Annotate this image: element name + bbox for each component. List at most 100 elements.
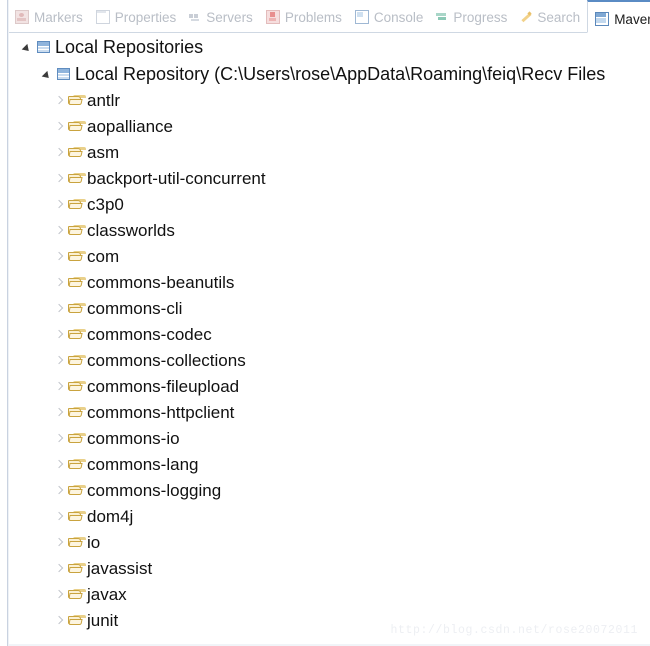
- tree-row[interactable]: commons-lang: [9, 451, 650, 477]
- tree-row-label: com: [87, 246, 120, 266]
- tree-row-label: javax: [87, 584, 127, 604]
- tree-row-label: dom4j: [87, 506, 134, 526]
- tree-row-label: asm: [87, 142, 120, 162]
- markers-icon: [15, 10, 29, 25]
- progress-icon: [436, 11, 448, 23]
- tree-row[interactable]: commons-collections: [9, 347, 650, 373]
- tree-row[interactable]: junit: [9, 607, 650, 633]
- problems-icon: [265, 10, 280, 25]
- folder-icon: [68, 589, 86, 600]
- folder-icon: [68, 277, 86, 288]
- tree-row[interactable]: commons-fileupload: [9, 373, 650, 399]
- chevron-right-icon[interactable]: [54, 173, 65, 184]
- tree-row[interactable]: aopalliance: [9, 113, 650, 139]
- console-icon: [354, 10, 369, 25]
- chevron-right-icon[interactable]: [54, 589, 65, 600]
- chevron-right-icon[interactable]: [54, 407, 65, 418]
- chevron-right-icon[interactable]: [54, 485, 65, 496]
- folder-icon: [68, 329, 86, 340]
- tab-console[interactable]: Console: [349, 0, 431, 33]
- tree-row-label: commons-codec: [87, 324, 212, 344]
- folder-icon: [68, 485, 86, 496]
- chevron-right-icon[interactable]: [54, 251, 65, 262]
- tree-row[interactable]: antlr: [9, 87, 650, 113]
- tree-row[interactable]: com: [9, 243, 650, 269]
- tree-row-label: commons-httpclient: [87, 402, 235, 422]
- tree-row-local-repository[interactable]: Local Repository (C:\Users\rose\AppData\…: [9, 60, 650, 87]
- chevron-right-icon[interactable]: [54, 459, 65, 470]
- chevron-right-icon[interactable]: [54, 277, 65, 288]
- tree-row-label: junit: [87, 610, 119, 630]
- servers-icon: [189, 11, 201, 23]
- tab-properties[interactable]: Properties: [90, 0, 184, 33]
- repository-tree[interactable]: Local Repositories Local Repository (C:\…: [9, 33, 650, 646]
- chevron-right-icon[interactable]: [54, 225, 65, 236]
- tree-row[interactable]: commons-io: [9, 425, 650, 451]
- tree-row[interactable]: javax: [9, 581, 650, 607]
- tab-label: Properties: [114, 9, 177, 25]
- tree-row-label: commons-beanutils: [87, 272, 235, 292]
- tab-maven-repositories[interactable]: Maven Repositories: [587, 0, 650, 33]
- folder-icon: [68, 147, 86, 158]
- chevron-right-icon[interactable]: [54, 329, 65, 340]
- tree-row-label: aopalliance: [87, 116, 174, 136]
- tab-servers[interactable]: Servers: [183, 0, 260, 33]
- folder-icon: [68, 173, 86, 184]
- chevron-right-icon[interactable]: [54, 95, 65, 106]
- chevron-right-icon[interactable]: [54, 615, 65, 626]
- chevron-right-icon[interactable]: [54, 121, 65, 132]
- tree-row-label: commons-collections: [87, 350, 246, 370]
- tree-row[interactable]: asm: [9, 139, 650, 165]
- tab-label: Search: [537, 9, 581, 25]
- tree-row[interactable]: classworlds: [9, 217, 650, 243]
- tree-row[interactable]: commons-logging: [9, 477, 650, 503]
- repository-icon: [37, 41, 50, 54]
- folder-icon: [68, 199, 86, 210]
- chevron-right-icon[interactable]: [54, 511, 65, 522]
- chevron-right-icon[interactable]: [54, 381, 65, 392]
- tree-row[interactable]: c3p0: [9, 191, 650, 217]
- chevron-right-icon[interactable]: [54, 303, 65, 314]
- tab-label: Problems: [284, 9, 342, 25]
- folder-icon: [68, 563, 86, 574]
- tree-row[interactable]: io: [9, 529, 650, 555]
- folder-icon: [68, 433, 86, 444]
- chevron-right-icon[interactable]: [54, 433, 65, 444]
- tree-row-local-repositories[interactable]: Local Repositories: [9, 33, 650, 60]
- chevron-right-icon[interactable]: [54, 563, 65, 574]
- tree-row-label: io: [87, 532, 101, 552]
- tree-row-label: classworlds: [87, 220, 175, 240]
- tree-row[interactable]: backport-util-concurrent: [9, 165, 650, 191]
- tab-label: Servers: [206, 9, 253, 25]
- tab-search[interactable]: Search: [514, 0, 587, 33]
- folder-icon: [68, 251, 86, 262]
- tab-markers[interactable]: Markers: [9, 0, 90, 33]
- tab-problems[interactable]: Problems: [260, 0, 349, 33]
- folder-icon: [68, 459, 86, 470]
- chevron-right-icon[interactable]: [54, 537, 65, 548]
- tab-label: Console: [373, 9, 424, 25]
- tab-label: Progress: [453, 9, 508, 25]
- tree-row-label: commons-io: [87, 428, 180, 448]
- tree-row-label: commons-fileupload: [87, 376, 240, 396]
- chevron-right-icon[interactable]: [54, 199, 65, 210]
- folder-icon: [68, 407, 86, 418]
- repository-icon: [57, 68, 70, 81]
- maven-repositories-icon: [595, 12, 610, 27]
- tree-row[interactable]: commons-httpclient: [9, 399, 650, 425]
- tab-progress[interactable]: Progress: [430, 0, 514, 33]
- tree-row[interactable]: commons-beanutils: [9, 269, 650, 295]
- chevron-right-icon[interactable]: [54, 355, 65, 366]
- chevron-right-icon[interactable]: [54, 147, 65, 158]
- tree-row-label: c3p0: [87, 194, 124, 214]
- tree-row-label: Local Repository (C:\Users\rose\AppData\…: [75, 63, 606, 84]
- folder-icon: [68, 303, 86, 314]
- expand-triangle-icon[interactable]: [23, 42, 34, 53]
- tree-row[interactable]: commons-codec: [9, 321, 650, 347]
- folder-icon: [68, 381, 86, 392]
- tree-row[interactable]: commons-cli: [9, 295, 650, 321]
- tree-row[interactable]: javassist: [9, 555, 650, 581]
- expand-triangle-icon[interactable]: [43, 69, 54, 80]
- folder-icon: [68, 615, 86, 626]
- tree-row[interactable]: dom4j: [9, 503, 650, 529]
